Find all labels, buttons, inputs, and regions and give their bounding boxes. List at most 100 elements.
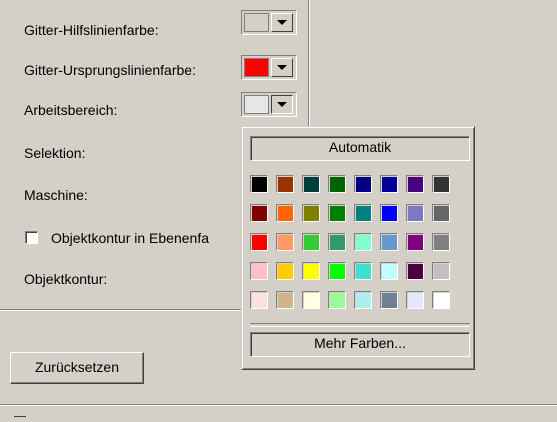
- popup-separator: [250, 323, 470, 327]
- color-swatch-fill: [408, 293, 423, 308]
- color-swatch[interactable]: [380, 233, 398, 251]
- color-swatch[interactable]: [302, 233, 320, 251]
- grid-origin-color-swatch: [244, 58, 269, 77]
- bottom-scroll-marker: [14, 416, 26, 417]
- color-swatch[interactable]: [354, 262, 372, 280]
- color-swatch[interactable]: [380, 175, 398, 193]
- color-swatch[interactable]: [432, 233, 450, 251]
- color-swatch[interactable]: [302, 175, 320, 193]
- color-swatch-fill: [278, 293, 293, 308]
- color-swatch[interactable]: [276, 204, 294, 222]
- color-picker-popup: Automatik Mehr Farben...: [241, 126, 475, 370]
- color-swatch-fill: [382, 206, 397, 221]
- color-swatch[interactable]: [406, 291, 424, 309]
- grid-origin-color-combo[interactable]: [241, 55, 297, 80]
- more-colors-button[interactable]: Mehr Farben...: [250, 332, 470, 357]
- color-swatch[interactable]: [406, 175, 424, 193]
- color-swatch-fill: [330, 264, 345, 279]
- color-swatch-fill: [434, 264, 449, 279]
- color-swatch[interactable]: [276, 175, 294, 193]
- color-swatch[interactable]: [354, 233, 372, 251]
- object-contour-label: Objektkontur:: [24, 271, 108, 287]
- selection-label: Selektion:: [24, 145, 86, 161]
- color-swatch[interactable]: [250, 233, 268, 251]
- color-swatch-fill: [304, 206, 319, 221]
- grid-help-color-dropdown-button[interactable]: [271, 13, 293, 32]
- color-swatch-fill: [382, 235, 397, 250]
- chevron-down-icon: [277, 102, 287, 107]
- color-swatch-fill: [304, 293, 319, 308]
- color-swatch-fill: [252, 177, 267, 192]
- color-swatch-fill: [408, 235, 423, 250]
- work-area-label: Arbeitsbereich:: [24, 102, 118, 118]
- color-swatch[interactable]: [432, 291, 450, 309]
- color-swatch-fill: [252, 235, 267, 250]
- color-swatch[interactable]: [276, 291, 294, 309]
- color-swatch-fill: [356, 293, 371, 308]
- color-swatch-fill: [278, 177, 293, 192]
- color-swatch-fill: [330, 235, 345, 250]
- color-swatch-fill: [304, 235, 319, 250]
- color-swatch[interactable]: [406, 262, 424, 280]
- grid-help-color-label: Gitter-Hilfslinienfarbe:: [24, 22, 159, 38]
- object-contour-checkbox-label: Objektkontur in Ebenenfa: [51, 230, 209, 246]
- color-swatch-fill: [278, 206, 293, 221]
- grid-origin-color-dropdown-button[interactable]: [271, 58, 293, 77]
- color-swatch[interactable]: [406, 204, 424, 222]
- color-swatch[interactable]: [302, 204, 320, 222]
- color-swatch[interactable]: [354, 175, 372, 193]
- color-swatch-fill: [252, 293, 267, 308]
- color-swatch[interactable]: [250, 204, 268, 222]
- color-swatch[interactable]: [432, 175, 450, 193]
- color-swatch[interactable]: [276, 262, 294, 280]
- color-swatch-fill: [408, 264, 423, 279]
- color-swatch-fill: [356, 206, 371, 221]
- color-swatch-fill: [434, 206, 449, 221]
- chevron-down-icon: [277, 20, 287, 25]
- color-swatch-fill: [304, 177, 319, 192]
- color-swatch-fill: [408, 177, 423, 192]
- object-contour-checkbox[interactable]: [25, 231, 38, 244]
- grid-help-color-combo[interactable]: [241, 10, 297, 35]
- color-swatch[interactable]: [328, 204, 346, 222]
- work-area-color-dropdown-button[interactable]: [271, 95, 293, 114]
- color-swatch-fill: [252, 264, 267, 279]
- color-swatch[interactable]: [380, 262, 398, 280]
- grid-origin-color-label: Gitter-Ursprungslinienfarbe:: [24, 62, 196, 78]
- color-swatch-fill: [278, 264, 293, 279]
- color-swatch[interactable]: [328, 175, 346, 193]
- reset-button[interactable]: Zurücksetzen: [10, 352, 144, 384]
- color-swatch-fill: [304, 264, 319, 279]
- color-swatch-fill: [434, 177, 449, 192]
- automatic-color-button[interactable]: Automatik: [250, 136, 470, 161]
- color-swatch[interactable]: [302, 291, 320, 309]
- color-swatch[interactable]: [354, 291, 372, 309]
- work-area-color-swatch: [244, 95, 269, 114]
- color-swatch-grid: [250, 175, 472, 309]
- color-swatch[interactable]: [432, 204, 450, 222]
- color-swatch-fill: [382, 177, 397, 192]
- color-swatch[interactable]: [276, 233, 294, 251]
- color-swatch[interactable]: [328, 291, 346, 309]
- color-swatch[interactable]: [432, 262, 450, 280]
- color-swatch[interactable]: [302, 262, 320, 280]
- chevron-down-icon: [277, 65, 287, 70]
- color-swatch[interactable]: [354, 204, 372, 222]
- color-swatch[interactable]: [328, 262, 346, 280]
- color-swatch-fill: [278, 235, 293, 250]
- work-area-color-combo[interactable]: [241, 92, 297, 117]
- color-swatch-fill: [330, 293, 345, 308]
- color-swatch[interactable]: [380, 291, 398, 309]
- color-swatch[interactable]: [250, 175, 268, 193]
- color-swatch-fill: [434, 235, 449, 250]
- color-swatch-fill: [356, 235, 371, 250]
- color-swatch[interactable]: [250, 262, 268, 280]
- color-swatch[interactable]: [328, 233, 346, 251]
- color-swatch[interactable]: [380, 204, 398, 222]
- color-swatch-fill: [252, 206, 267, 221]
- color-swatch[interactable]: [406, 233, 424, 251]
- color-swatch-fill: [408, 206, 423, 221]
- color-swatch-fill: [330, 206, 345, 221]
- color-swatch-fill: [382, 293, 397, 308]
- color-swatch[interactable]: [250, 291, 268, 309]
